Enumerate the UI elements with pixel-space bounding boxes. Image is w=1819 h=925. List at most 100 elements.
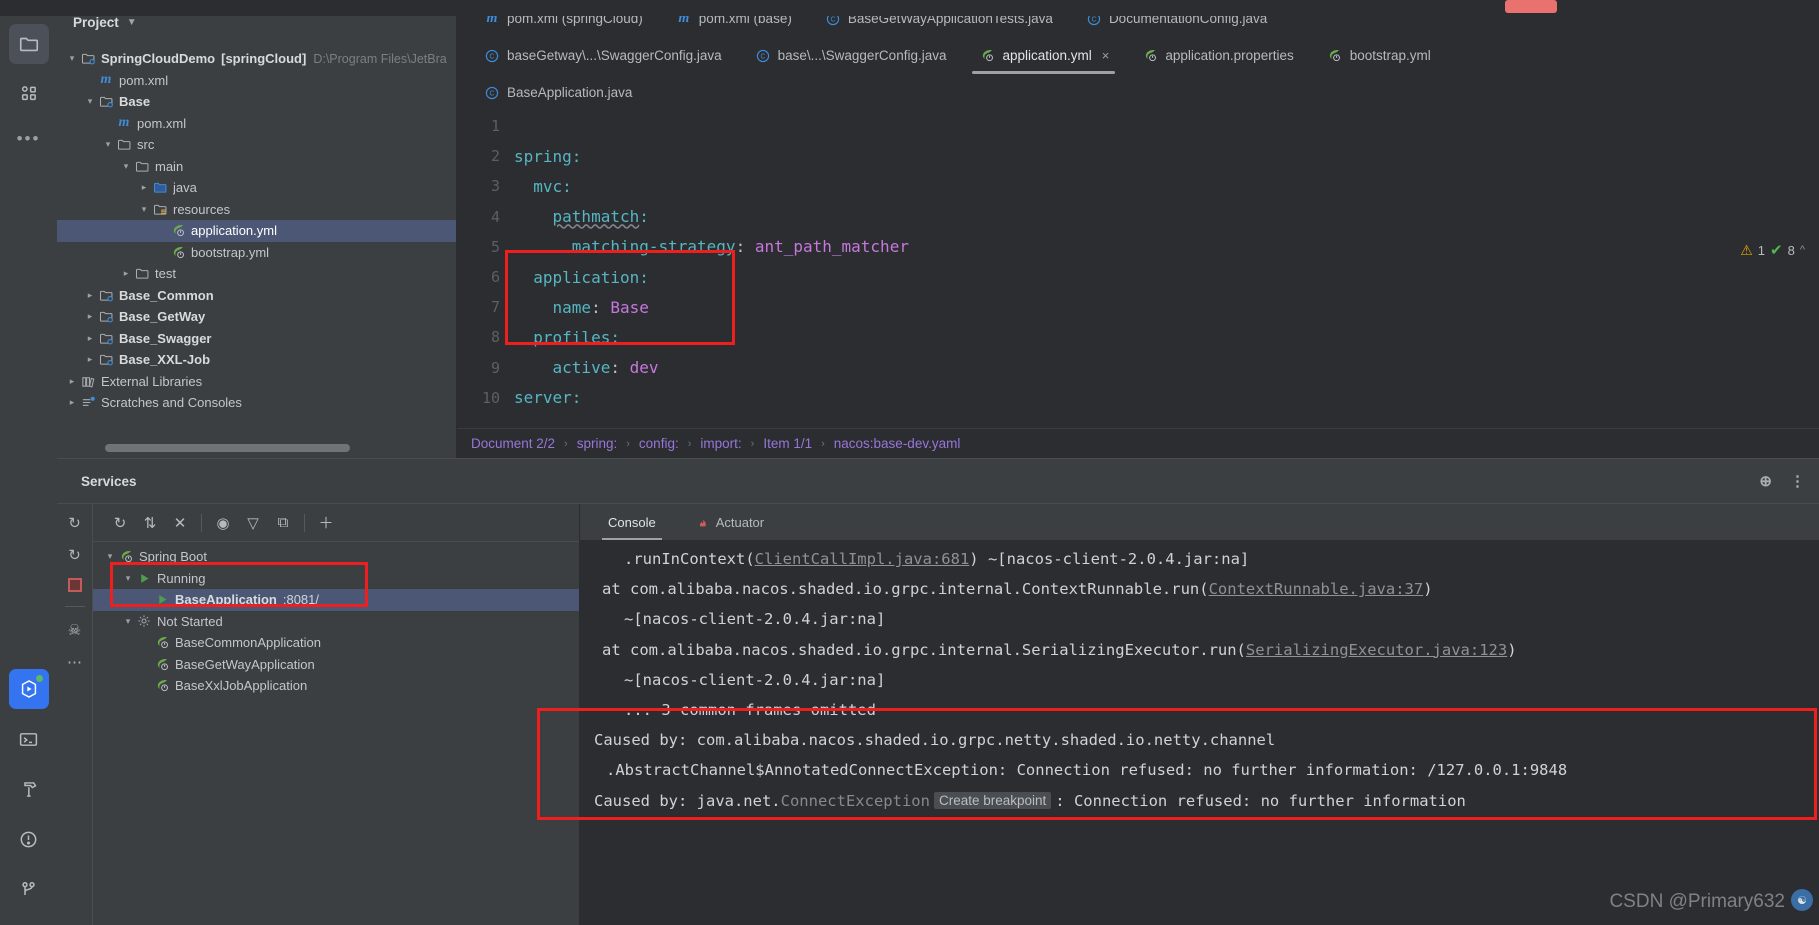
line-number[interactable]: 2 bbox=[457, 147, 514, 165]
refresh-button[interactable]: ↻ bbox=[105, 508, 135, 538]
line-number[interactable]: 8 bbox=[457, 328, 514, 346]
tree-arrow-closed-icon[interactable] bbox=[65, 376, 79, 387]
tree-arrow-open-icon[interactable] bbox=[119, 161, 133, 172]
tree-arrow-open-icon[interactable] bbox=[101, 139, 115, 150]
breadcrumb-item[interactable]: Item 1/1 bbox=[763, 436, 812, 451]
editor-tab[interactable]: application.properties bbox=[1125, 37, 1309, 74]
services-tree-item[interactable]: Not Started bbox=[93, 611, 579, 633]
options-menu-icon[interactable]: ⋮ bbox=[1790, 472, 1805, 490]
sidebar-item-terminal[interactable] bbox=[9, 719, 49, 759]
sidebar-item-project[interactable] bbox=[8, 24, 49, 64]
sidebar-item-commit[interactable] bbox=[9, 74, 49, 114]
tree-arrow-open-icon[interactable] bbox=[121, 616, 135, 627]
breadcrumb-item[interactable]: config: bbox=[639, 436, 679, 451]
tree-arrow-open-icon[interactable] bbox=[121, 573, 135, 584]
sidebar-item-services[interactable] bbox=[8, 669, 49, 709]
console-tab[interactable]: Actuator bbox=[680, 504, 778, 540]
editor-tab[interactable]: bootstrap.yml bbox=[1310, 37, 1447, 74]
services-tree-item[interactable]: Spring Boot bbox=[93, 546, 579, 568]
line-number[interactable]: 7 bbox=[457, 298, 514, 316]
project-tree-item[interactable]: Scratches and Consoles bbox=[57, 392, 456, 414]
project-tree-item[interactable]: External Libraries bbox=[57, 371, 456, 393]
tree-arrow-closed-icon[interactable] bbox=[119, 268, 133, 279]
sidebar-item-build[interactable] bbox=[9, 769, 49, 809]
tree-arrow-closed-icon[interactable] bbox=[137, 182, 151, 193]
editor-tab[interactable]: C BaseApplication.java bbox=[467, 74, 648, 111]
thread-dump-icon[interactable]: ☠ bbox=[68, 621, 81, 639]
project-tree-item[interactable]: test bbox=[57, 263, 456, 285]
editor-tab[interactable]: application.yml × bbox=[962, 37, 1125, 74]
project-tree-item[interactable]: java bbox=[57, 177, 456, 199]
sidebar-item-problems[interactable] bbox=[9, 819, 49, 859]
services-tree-item[interactable]: BaseApplication:8081/ bbox=[93, 589, 579, 611]
code-editor[interactable]: 1 2 spring: 3 mvc: 4 pathmatch: 5 matching-st… bbox=[457, 111, 1819, 421]
project-horizontal-scrollbar[interactable] bbox=[105, 444, 350, 452]
stop-icon[interactable] bbox=[67, 578, 82, 592]
tree-arrow-closed-icon[interactable] bbox=[83, 311, 97, 322]
line-number[interactable]: 6 bbox=[457, 268, 514, 286]
services-tree-item[interactable]: BaseGetWayApplication bbox=[93, 654, 579, 676]
services-tree-item[interactable]: BaseCommonApplication bbox=[93, 632, 579, 654]
project-tree-item[interactable]: Base_Common bbox=[57, 285, 456, 307]
chevron-down-icon[interactable]: ▼ bbox=[127, 17, 137, 28]
rerun-debug-icon[interactable]: ↻ bbox=[68, 546, 81, 564]
rerun-icon[interactable]: ↻ bbox=[68, 514, 81, 532]
breadcrumb-item[interactable]: import: bbox=[700, 436, 741, 451]
line-number[interactable]: 5 bbox=[457, 238, 514, 256]
stacktrace-link[interactable]: SerializingExecutor.java:123 bbox=[1246, 641, 1507, 659]
project-tree-item[interactable]: application.yml bbox=[57, 220, 456, 242]
close-button[interactable]: ✕ bbox=[165, 508, 195, 538]
expand-collapse-button[interactable]: ⇅ bbox=[135, 508, 165, 538]
project-tree-item[interactable]: m pom.xml bbox=[57, 70, 456, 92]
line-number[interactable]: 10 bbox=[457, 389, 514, 407]
editor-tab[interactable]: CbaseGetway\...\SwaggerConfig.java bbox=[467, 37, 738, 74]
tree-arrow-closed-icon[interactable] bbox=[83, 333, 97, 344]
more-tool-windows-icon[interactable]: ••• bbox=[17, 124, 41, 154]
close-icon[interactable]: × bbox=[1102, 48, 1110, 63]
breadcrumb-item[interactable]: Document 2/2 bbox=[471, 436, 555, 451]
project-tree-item[interactable]: main bbox=[57, 156, 456, 178]
project-tree-item[interactable]: Base_XXL-Job bbox=[57, 349, 456, 371]
filter-button[interactable]: ▽ bbox=[238, 508, 268, 538]
project-tree-item[interactable]: Base_GetWay bbox=[57, 306, 456, 328]
create-breakpoint-hint[interactable]: Create breakpoint bbox=[933, 792, 1052, 810]
project-tree-item[interactable]: src bbox=[57, 134, 456, 156]
project-tree-item[interactable]: Base_Swagger bbox=[57, 328, 456, 350]
tree-arrow-open-icon[interactable] bbox=[137, 204, 151, 215]
stacktrace-link[interactable]: ContextRunnable.java:37 bbox=[1209, 580, 1424, 598]
line-number[interactable]: 9 bbox=[457, 359, 514, 377]
tree-arrow-closed-icon[interactable] bbox=[65, 397, 79, 408]
editor-tab[interactable]: Cbase\...\SwaggerConfig.java bbox=[738, 37, 963, 74]
sidebar-item-version-control[interactable] bbox=[9, 869, 49, 909]
tree-arrow-closed-icon[interactable] bbox=[83, 354, 97, 365]
tree-arrow-closed-icon[interactable] bbox=[83, 290, 97, 301]
line-number[interactable]: 3 bbox=[457, 177, 514, 195]
tree-arrow-open-icon[interactable] bbox=[65, 53, 79, 64]
show-hide-button[interactable]: ◉ bbox=[208, 508, 238, 538]
more-actions-icon[interactable]: ⋯ bbox=[67, 653, 82, 671]
console-tab[interactable]: Console bbox=[594, 504, 670, 540]
project-tree-item[interactable]: Base bbox=[57, 91, 456, 113]
module-icon bbox=[79, 51, 97, 66]
line-number[interactable]: 1 bbox=[457, 117, 514, 135]
stacktrace-link[interactable]: ClientCallImpl.java:681 bbox=[755, 550, 970, 568]
service-port-link[interactable]: :8081/ bbox=[283, 592, 319, 607]
breadcrumb-item[interactable]: spring: bbox=[577, 436, 618, 451]
services-tree: Spring Boot Running BaseApplication:8081/N… bbox=[93, 542, 579, 697]
chevron-up-icon[interactable]: ^ bbox=[1800, 244, 1805, 256]
project-tree-item[interactable]: m pom.xml bbox=[57, 113, 456, 135]
add-button[interactable]: ＋ bbox=[311, 508, 341, 538]
inspection-widget[interactable]: ⚠ 1 ✔ 8 ^ bbox=[1740, 241, 1805, 260]
new-tab-button[interactable]: ⧉ bbox=[268, 508, 298, 538]
help-target-icon[interactable]: ⊕ bbox=[1759, 472, 1772, 490]
services-tree-item[interactable]: Running bbox=[93, 568, 579, 590]
console-output[interactable]: .runInContext(ClientCallImpl.java:681) ~… bbox=[580, 540, 1819, 925]
services-tree-item[interactable]: BaseXxlJobApplication bbox=[93, 675, 579, 697]
project-tree-item[interactable]: resources bbox=[57, 199, 456, 221]
tree-arrow-open-icon[interactable] bbox=[103, 551, 117, 562]
tree-arrow-open-icon[interactable] bbox=[83, 96, 97, 107]
project-tree-item[interactable]: SpringCloudDemo [springCloud] D:\Program F… bbox=[57, 48, 456, 70]
breadcrumb-item[interactable]: nacos:base-dev.yaml bbox=[834, 436, 961, 451]
project-tree-item[interactable]: bootstrap.yml bbox=[57, 242, 456, 264]
line-number[interactable]: 4 bbox=[457, 208, 514, 226]
